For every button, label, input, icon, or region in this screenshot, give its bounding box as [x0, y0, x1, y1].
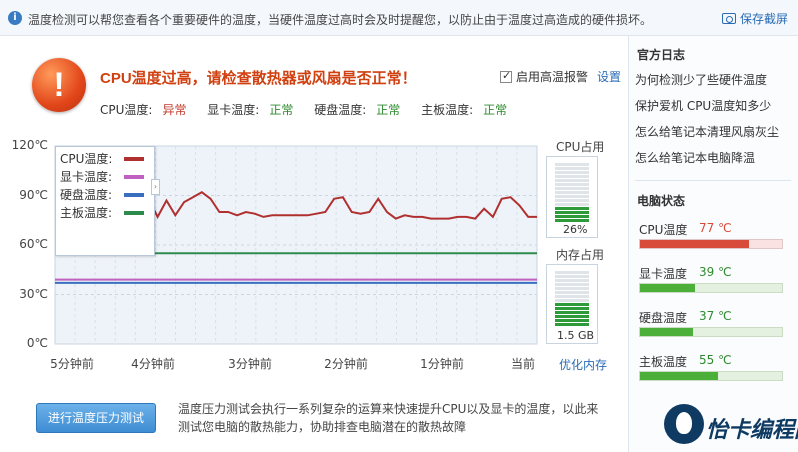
- meter-segment: [555, 199, 589, 202]
- stat-label-cpu: CPU温度: [639, 223, 688, 237]
- x-tick-label: 4分钟前: [131, 357, 175, 371]
- save-screenshot-label: 保存截屏: [739, 12, 788, 26]
- meter-segment: [555, 283, 589, 286]
- meter-segment: [555, 191, 589, 194]
- meter-segment: [555, 287, 589, 290]
- meter-segment: [555, 295, 589, 298]
- meter-segment: [555, 175, 589, 178]
- legend-label: 主板温度:: [60, 206, 113, 220]
- meter-segment: [555, 167, 589, 170]
- legend-label: CPU温度:: [60, 152, 113, 166]
- y-tick-label: 120℃: [11, 138, 48, 152]
- log-item[interactable]: 怎么给笔记本清理风扇灰尘: [635, 123, 779, 140]
- meter-segment: [555, 299, 589, 302]
- meter-segment: [555, 163, 589, 166]
- stat-bar-fill: [640, 284, 696, 292]
- meter-segment: [555, 215, 589, 218]
- cpu-usage-meter: 26%: [546, 156, 598, 238]
- meter-segment: [555, 171, 589, 174]
- meter-segment: [555, 219, 589, 222]
- stat-label-disk: 硬盘温度: [639, 311, 688, 325]
- watermark-text: 怡卡编程网: [706, 417, 798, 443]
- sidebar: 官方日志 为何检测少了些硬件温度 保护爱机 CPU温度知多少 怎么给笔记本清理风…: [628, 36, 798, 452]
- y-tick-label: 30℃: [19, 286, 48, 301]
- meter-segment: [555, 315, 589, 318]
- memory-usage-meter: 1.5 GB: [546, 264, 598, 344]
- stat-bar-gpu: [639, 283, 783, 293]
- meter-segment: [555, 211, 589, 214]
- log-item[interactable]: 为何检测少了些硬件温度: [635, 71, 767, 88]
- y-tick-label: 90℃: [19, 187, 48, 202]
- stat-bar-fill: [640, 328, 693, 336]
- y-tick-label: 0℃: [26, 336, 48, 350]
- meter-segment: [555, 307, 589, 310]
- meter-segment: [555, 279, 589, 282]
- meter-segment: [555, 303, 589, 306]
- stat-label-gpu: 显卡温度: [639, 267, 688, 281]
- sidebar-divider: [635, 180, 791, 181]
- chart-legend: CPU温度: 显卡温度: 硬盘温度: 主板温度: ›: [55, 146, 160, 256]
- meter-segment: [555, 179, 589, 182]
- meter-segment: [555, 291, 589, 294]
- meter-segment: [555, 275, 589, 278]
- stat-value-gpu: 39 ℃: [699, 265, 732, 279]
- legend-entry-board: 主板温度:: [60, 204, 144, 221]
- stress-test-description: 温度压力测试会执行一系列复杂的运算来快速提升CPU以及显卡的温度，以此来测试您电…: [178, 402, 599, 434]
- stat-value-board: 55 ℃: [699, 353, 732, 367]
- official-log-title: 官方日志: [637, 48, 686, 62]
- stat-value-cpu: 77 ℃: [699, 221, 732, 235]
- x-tick-label: 3分钟前: [228, 357, 272, 371]
- watermark: 怡卡编程网: [656, 398, 798, 452]
- meter-segment: [555, 187, 589, 190]
- meter-segment: [555, 207, 589, 210]
- penguin-logo: [664, 404, 704, 444]
- meter-segment: [555, 183, 589, 186]
- x-tick-label: 5分钟前: [50, 357, 94, 371]
- x-tick-label: 1分钟前: [420, 357, 464, 371]
- legend-entry-gpu: 显卡温度:: [60, 168, 144, 185]
- x-tick-label: 当前: [510, 357, 536, 371]
- save-screenshot-button[interactable]: 保存截屏: [721, 10, 788, 27]
- legend-label: 显卡温度:: [60, 170, 113, 184]
- meter-segment: [555, 311, 589, 314]
- optimize-memory-link[interactable]: 优化内存: [559, 356, 607, 373]
- memory-usage-title: 内存占用: [556, 248, 605, 262]
- meter-segment: [555, 195, 589, 198]
- legend-swatch: [124, 175, 144, 179]
- cpu-usage-title: CPU占用: [556, 140, 605, 154]
- stat-label-board: 主板温度: [639, 355, 688, 369]
- camera-icon: [721, 13, 736, 24]
- stat-bar-fill: [640, 240, 750, 248]
- cpu-usage-value: 26%: [563, 223, 588, 236]
- memory-usage-value: 1.5 GB: [557, 329, 595, 342]
- y-tick-label: 60℃: [19, 237, 48, 251]
- legend-swatch: [124, 157, 144, 161]
- meter-segment: [555, 203, 589, 206]
- legend-collapse-icon[interactable]: ›: [151, 179, 160, 195]
- log-item[interactable]: 怎么给笔记本电脑降温: [635, 149, 755, 166]
- stat-bar-cpu: [639, 239, 783, 249]
- stat-bar-fill: [640, 372, 719, 380]
- stat-bar-disk: [639, 327, 783, 337]
- stat-bar-board: [639, 371, 783, 381]
- meter-segment: [555, 271, 589, 274]
- legend-label: 硬盘温度:: [60, 188, 113, 202]
- x-tick-label: 2分钟前: [324, 357, 368, 371]
- pc-status-title: 电脑状态: [637, 194, 686, 208]
- stat-value-disk: 37 ℃: [699, 309, 732, 323]
- log-item[interactable]: 保护爱机 CPU温度知多少: [635, 97, 771, 114]
- legend-swatch: [124, 193, 144, 197]
- meter-segment: [555, 319, 589, 322]
- legend-entry-disk: 硬盘温度:: [60, 186, 144, 203]
- stress-test-button[interactable]: 进行温度压力测试: [36, 403, 156, 433]
- legend-swatch: [124, 211, 144, 215]
- meter-segment: [555, 323, 589, 326]
- legend-entry-cpu: CPU温度:: [60, 150, 144, 167]
